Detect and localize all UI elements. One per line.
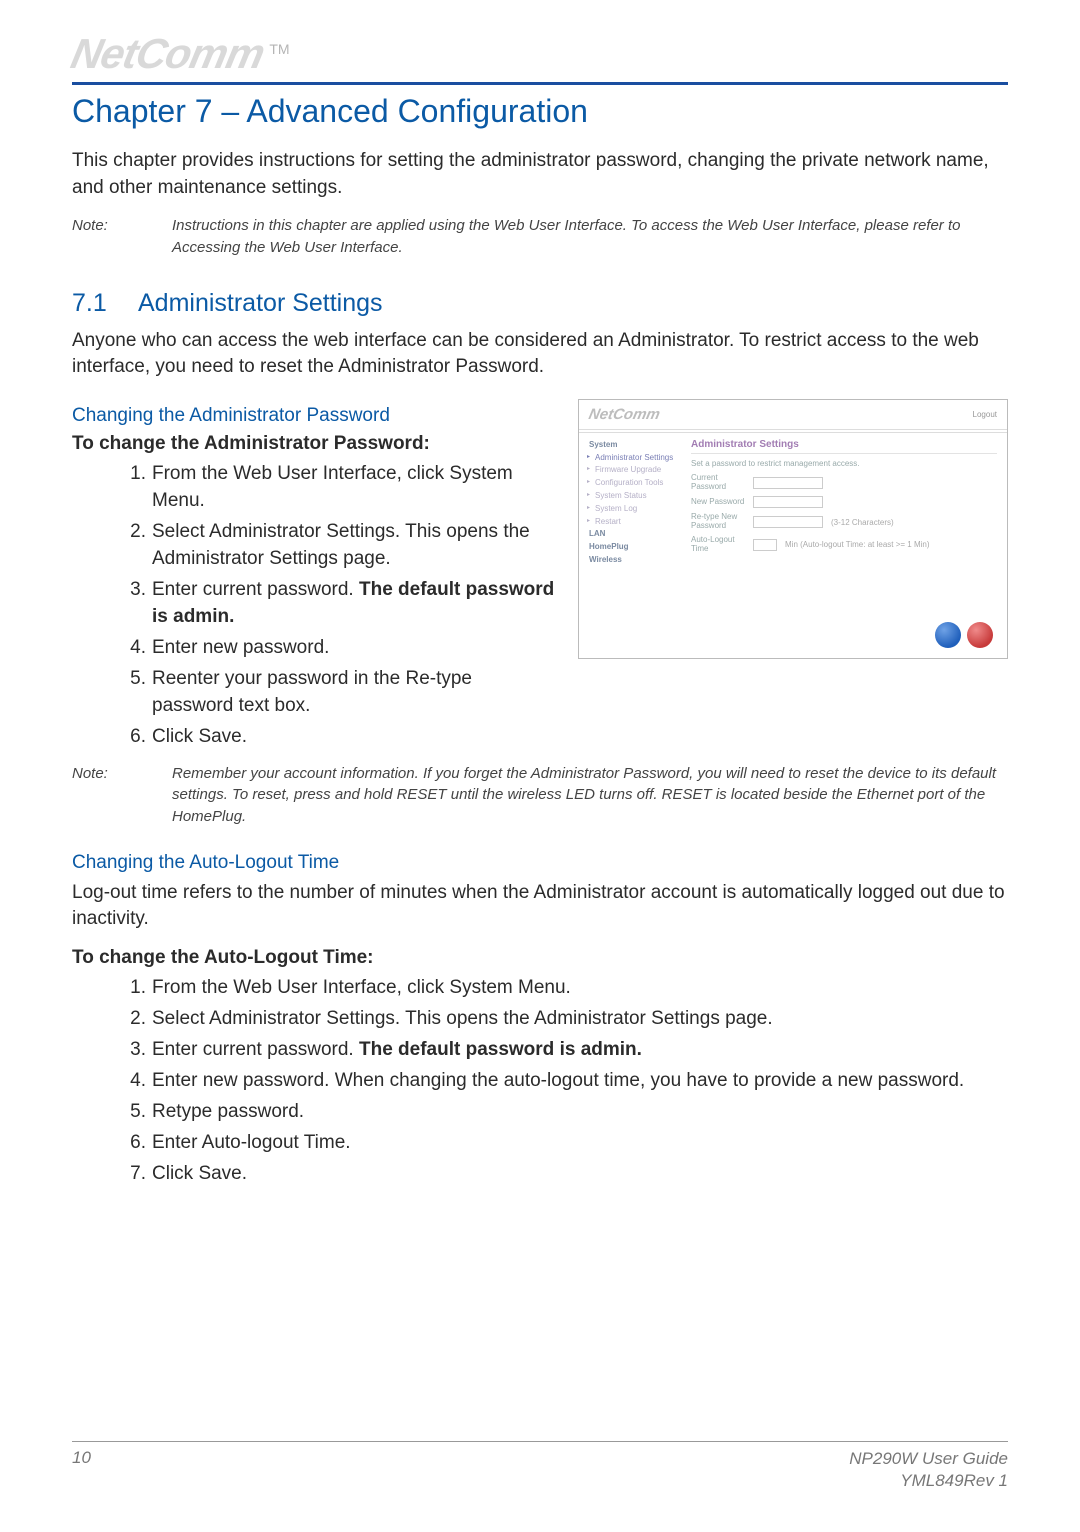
note-label: Note: <box>72 763 172 828</box>
shot-logo: NetComm <box>587 406 661 423</box>
brand-logo: NetComm TM <box>72 30 1008 78</box>
list-item: 3.Enter current password. The default pa… <box>152 1037 1008 1064</box>
list-item: 1.From the Web User Interface, click Sys… <box>152 975 1008 1002</box>
shot-main: Administrator Settings Set a password to… <box>691 439 1007 567</box>
note-2: Note: Remember your account information.… <box>72 763 1008 828</box>
note-text: Instructions in this chapter are applied… <box>172 215 1008 259</box>
page-number: 10 <box>72 1448 91 1492</box>
shot-logout: Logout <box>973 410 997 419</box>
list-item: 3.Enter current password. The default pa… <box>152 577 556 631</box>
cancel-icon <box>967 622 993 648</box>
chapter-title: Chapter 7 – Advanced Configuration <box>72 93 1008 130</box>
list-item: 6.Click Save. <box>152 724 556 751</box>
header-rule <box>72 82 1008 85</box>
list-item: 6.Enter Auto-logout Time. <box>152 1130 1008 1157</box>
changing-password-lead: To change the Administrator Password: <box>72 433 556 455</box>
auto-logout-lead: To change the Auto-Logout Time: <box>72 947 1008 969</box>
footer-rev: YML849Rev 1 <box>849 1470 1008 1492</box>
save-icon <box>935 622 961 648</box>
admin-settings-screenshot: NetComm Logout System Administrator Sett… <box>578 399 1008 659</box>
note-1: Note: Instructions in this chapter are a… <box>72 215 1008 259</box>
list-item: 7.Click Save. <box>152 1161 1008 1188</box>
note-label: Note: <box>72 215 172 259</box>
auto-logout-steps: 1.From the Web User Interface, click Sys… <box>72 975 1008 1188</box>
auto-logout-heading: Changing the Auto-Logout Time <box>72 852 1008 874</box>
brand-name: NetComm <box>67 30 269 78</box>
password-steps: 1.From the Web User Interface, click Sys… <box>72 461 556 751</box>
brand-tm: TM <box>269 41 289 57</box>
list-item: 5.Retype password. <box>152 1099 1008 1126</box>
page-footer: 10 NP290W User Guide YML849Rev 1 <box>72 1441 1008 1492</box>
list-item: 2.Select Administrator Settings. This op… <box>152 519 556 573</box>
changing-password-heading: Changing the Administrator Password <box>72 405 556 427</box>
list-item: 4.Enter new password. When changing the … <box>152 1068 1008 1095</box>
shot-sidebar: System Administrator Settings Firmware U… <box>589 439 691 567</box>
section-7-1-para: Anyone who can access the web interface … <box>72 328 1008 381</box>
section-number: 7.1 <box>72 289 138 318</box>
note-text: Remember your account information. If yo… <box>172 763 1008 828</box>
list-item: 2.Select Administrator Settings. This op… <box>152 1006 1008 1033</box>
section-7-1-heading: 7.1 Administrator Settings <box>72 289 1008 318</box>
list-item: 4.Enter new password. <box>152 635 556 662</box>
auto-logout-para: Log-out time refers to the number of min… <box>72 880 1008 933</box>
footer-guide: NP290W User Guide <box>849 1448 1008 1470</box>
list-item: 1.From the Web User Interface, click Sys… <box>152 461 556 515</box>
list-item: 5.Reenter your password in the Re-type p… <box>152 666 556 720</box>
section-title: Administrator Settings <box>138 289 383 318</box>
intro-paragraph: This chapter provides instructions for s… <box>72 148 1008 201</box>
